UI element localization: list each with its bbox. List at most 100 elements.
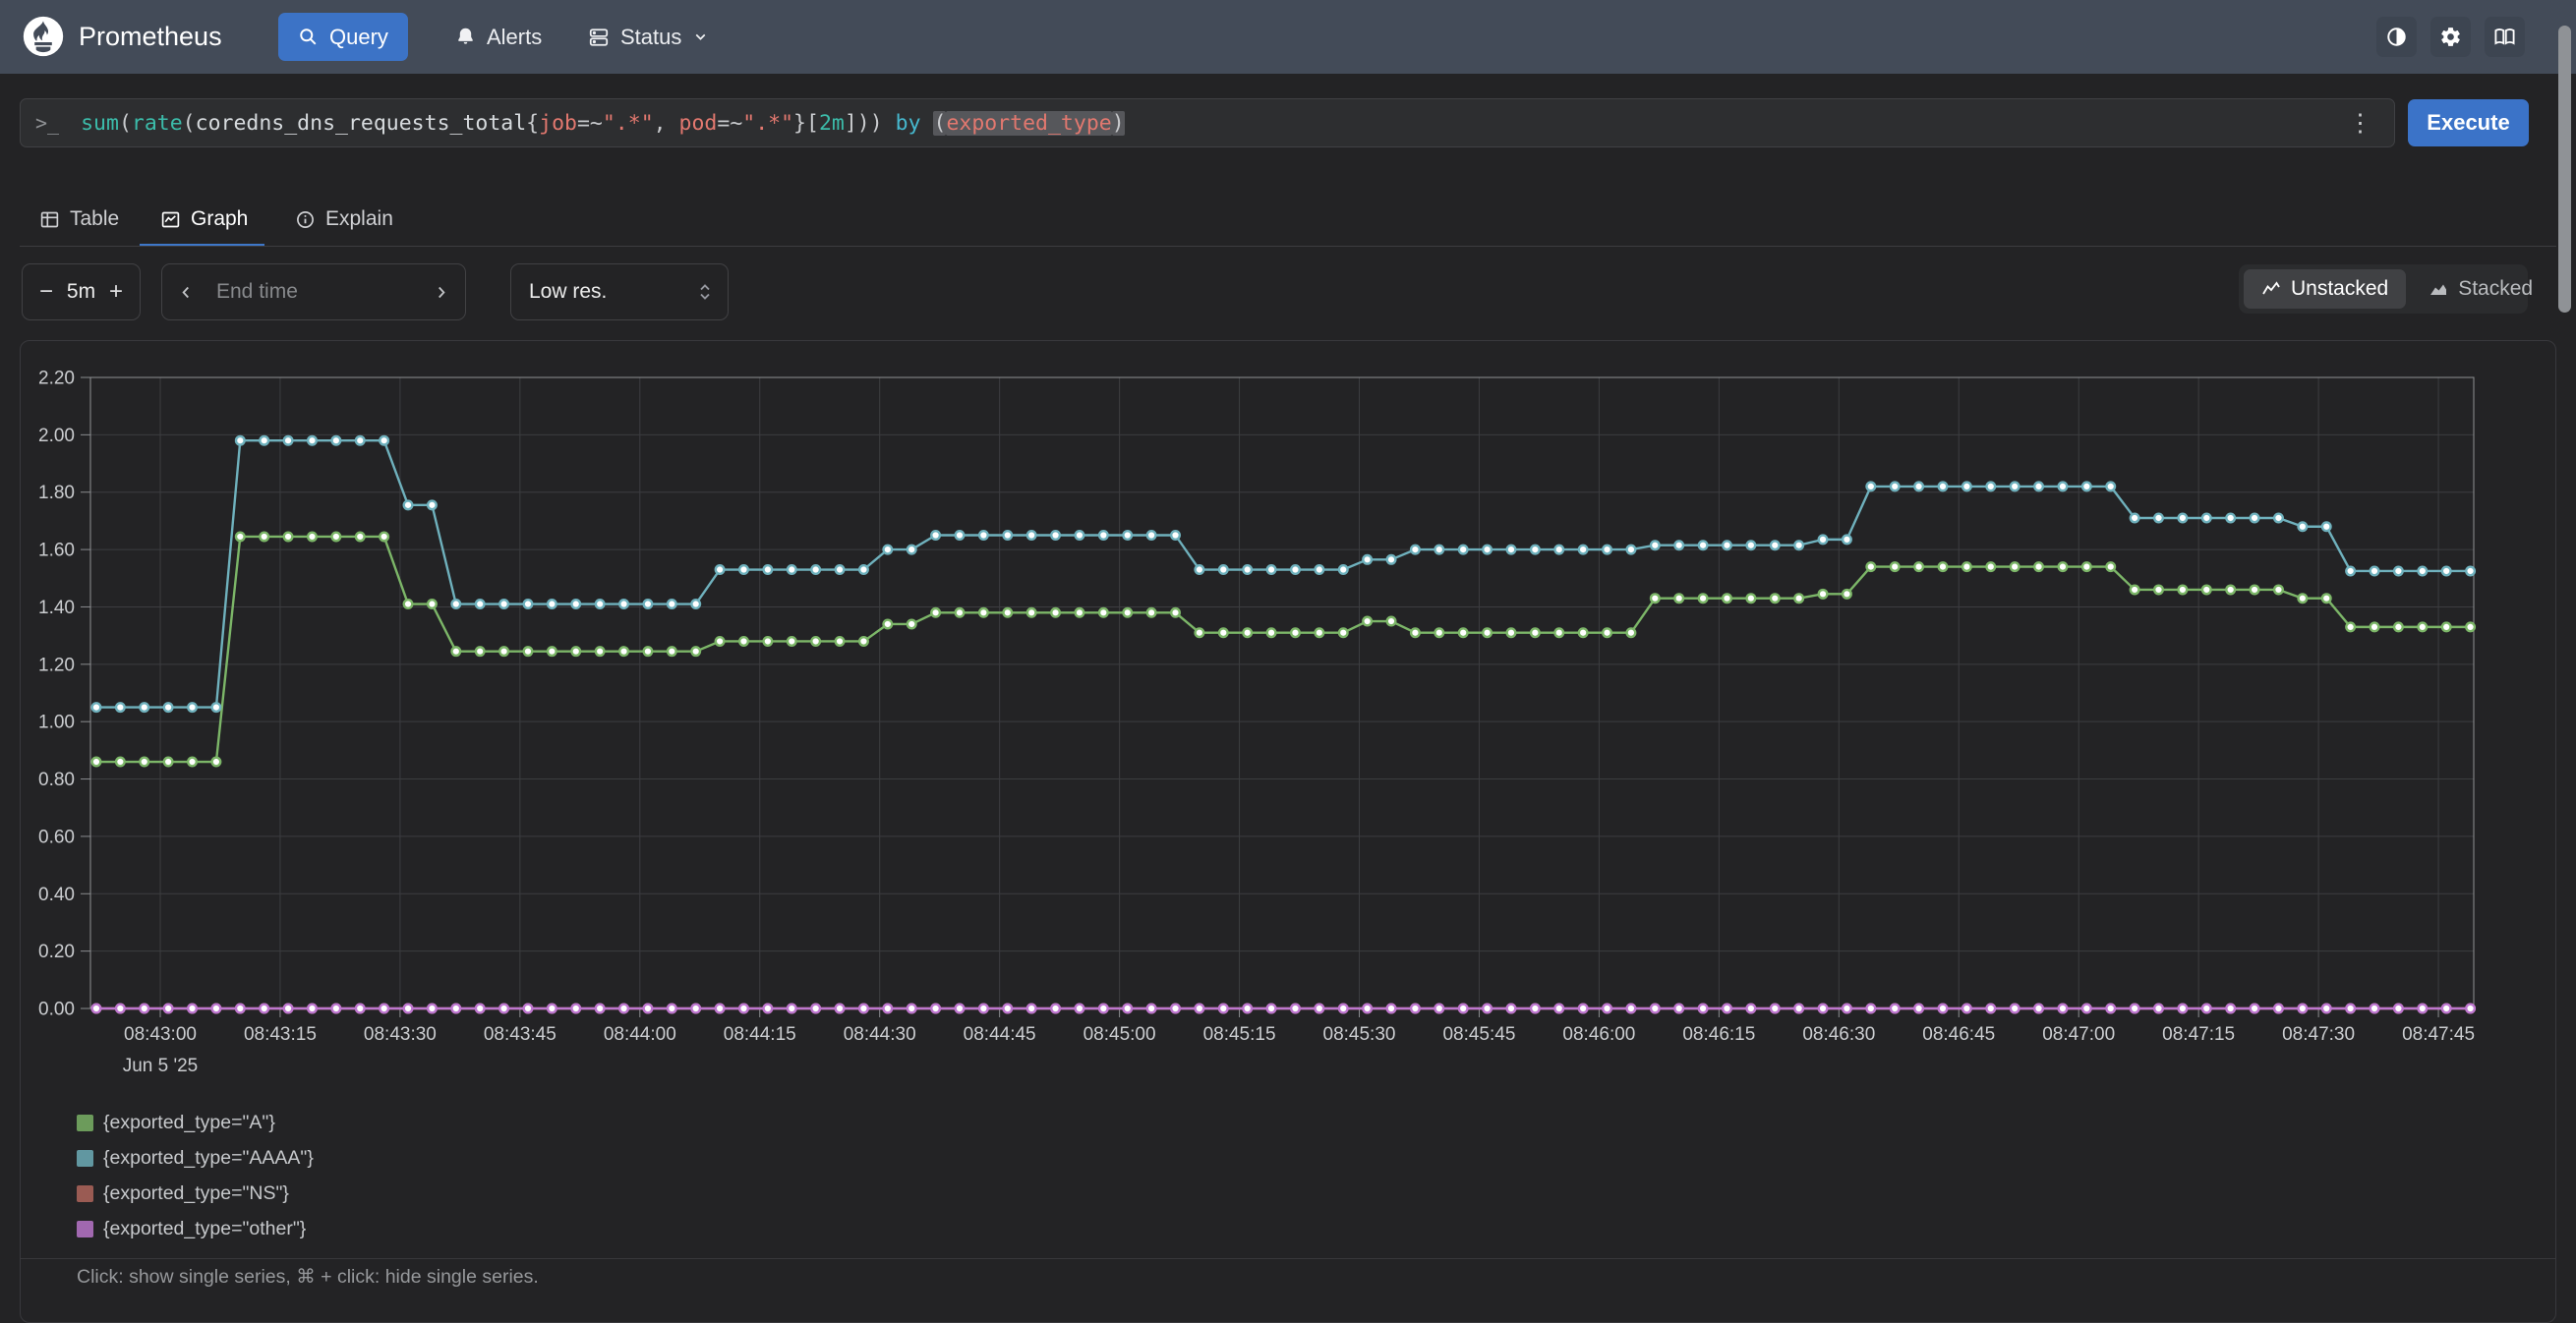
data-point bbox=[1099, 1005, 1108, 1013]
data-point bbox=[2011, 1005, 2020, 1013]
y-tick-label: 0.20 bbox=[38, 942, 75, 962]
data-point bbox=[668, 647, 676, 656]
data-point bbox=[1123, 608, 1132, 617]
data-point bbox=[1099, 608, 1108, 617]
x-tick-label: 08:44:00 bbox=[604, 1024, 676, 1045]
data-point bbox=[428, 501, 437, 510]
data-point bbox=[548, 1005, 556, 1013]
data-point bbox=[2034, 483, 2043, 491]
data-point bbox=[116, 758, 125, 767]
data-point bbox=[2131, 1005, 2139, 1013]
data-point bbox=[2418, 567, 2427, 576]
data-point bbox=[2394, 623, 2403, 632]
data-point bbox=[1891, 562, 1900, 571]
legend-swatch bbox=[77, 1221, 93, 1237]
data-point bbox=[836, 1005, 845, 1013]
data-point bbox=[596, 600, 605, 608]
data-point bbox=[164, 703, 173, 712]
data-point bbox=[1363, 555, 1372, 564]
data-point bbox=[2011, 562, 2020, 571]
legend-item[interactable]: {exported_type="NS"} bbox=[77, 1176, 314, 1211]
data-point bbox=[452, 647, 461, 656]
data-point bbox=[907, 620, 916, 629]
graph-canvas[interactable]: 0.000.200.400.600.801.001.201.401.601.80… bbox=[0, 0, 2576, 1276]
data-point bbox=[691, 1005, 700, 1013]
data-point bbox=[1387, 617, 1396, 626]
data-point bbox=[2082, 562, 2091, 571]
data-point bbox=[380, 1005, 388, 1013]
y-tick-label: 2.00 bbox=[38, 426, 75, 446]
data-point bbox=[356, 436, 365, 445]
data-point bbox=[356, 1005, 365, 1013]
data-point bbox=[691, 600, 700, 608]
data-point bbox=[1076, 1005, 1084, 1013]
data-point bbox=[1291, 1005, 1300, 1013]
data-point bbox=[1867, 483, 1876, 491]
data-point bbox=[907, 546, 916, 554]
data-point bbox=[1459, 1005, 1468, 1013]
legend-item[interactable]: {exported_type="AAAA"} bbox=[77, 1140, 314, 1176]
data-point bbox=[1986, 483, 1995, 491]
data-point bbox=[1507, 546, 1516, 554]
data-point bbox=[2106, 483, 2115, 491]
data-point bbox=[380, 533, 388, 542]
data-point bbox=[668, 600, 676, 608]
data-point bbox=[2202, 514, 2211, 523]
data-point bbox=[1027, 531, 1036, 540]
legend-item[interactable]: {exported_type="A"} bbox=[77, 1105, 314, 1140]
y-tick-label: 2.20 bbox=[38, 369, 75, 389]
data-point bbox=[2179, 586, 2188, 595]
legend-swatch bbox=[77, 1115, 93, 1131]
data-point bbox=[1099, 531, 1108, 540]
data-point bbox=[308, 533, 317, 542]
data-point bbox=[2466, 567, 2475, 576]
data-point bbox=[1603, 1005, 1611, 1013]
data-point bbox=[2346, 1005, 2355, 1013]
data-point bbox=[332, 1005, 341, 1013]
data-point bbox=[1076, 531, 1084, 540]
data-point bbox=[1483, 628, 1492, 637]
y-tick-label: 1.80 bbox=[38, 483, 75, 503]
data-point bbox=[332, 533, 341, 542]
x-tick-label: 08:43:15 bbox=[244, 1024, 317, 1045]
data-point bbox=[92, 1005, 101, 1013]
y-tick-label: 1.60 bbox=[38, 541, 75, 561]
data-point bbox=[2251, 514, 2259, 523]
data-point bbox=[2179, 514, 2188, 523]
data-point bbox=[596, 1005, 605, 1013]
data-point bbox=[284, 533, 293, 542]
data-point bbox=[1339, 1005, 1348, 1013]
data-point bbox=[2154, 1005, 2163, 1013]
data-point bbox=[1579, 628, 1588, 637]
data-point bbox=[236, 436, 245, 445]
data-point bbox=[1723, 594, 1731, 603]
data-point bbox=[2299, 594, 2308, 603]
data-point bbox=[1554, 546, 1563, 554]
y-tick-label: 1.20 bbox=[38, 655, 75, 675]
data-point bbox=[644, 1005, 653, 1013]
data-point bbox=[1627, 546, 1636, 554]
data-point bbox=[2299, 522, 2308, 531]
data-point bbox=[2274, 514, 2283, 523]
data-point bbox=[1507, 1005, 1516, 1013]
data-point bbox=[1627, 628, 1636, 637]
data-point bbox=[2299, 1005, 2308, 1013]
data-point bbox=[1914, 562, 1923, 571]
data-point bbox=[1051, 531, 1060, 540]
y-tick-label: 1.00 bbox=[38, 713, 75, 733]
data-point bbox=[260, 1005, 268, 1013]
data-point bbox=[1723, 1005, 1731, 1013]
data-point bbox=[2082, 483, 2091, 491]
data-point bbox=[619, 1005, 628, 1013]
x-tick-label: 08:47:00 bbox=[2042, 1024, 2115, 1045]
data-point bbox=[2131, 514, 2139, 523]
legend-item[interactable]: {exported_type="other"} bbox=[77, 1211, 314, 1246]
data-point bbox=[212, 1005, 221, 1013]
data-point bbox=[931, 1005, 940, 1013]
data-point bbox=[1891, 1005, 1900, 1013]
data-point bbox=[1027, 1005, 1036, 1013]
data-point bbox=[1531, 1005, 1540, 1013]
data-point bbox=[524, 1005, 533, 1013]
data-point bbox=[1531, 628, 1540, 637]
data-point bbox=[1747, 1005, 1756, 1013]
